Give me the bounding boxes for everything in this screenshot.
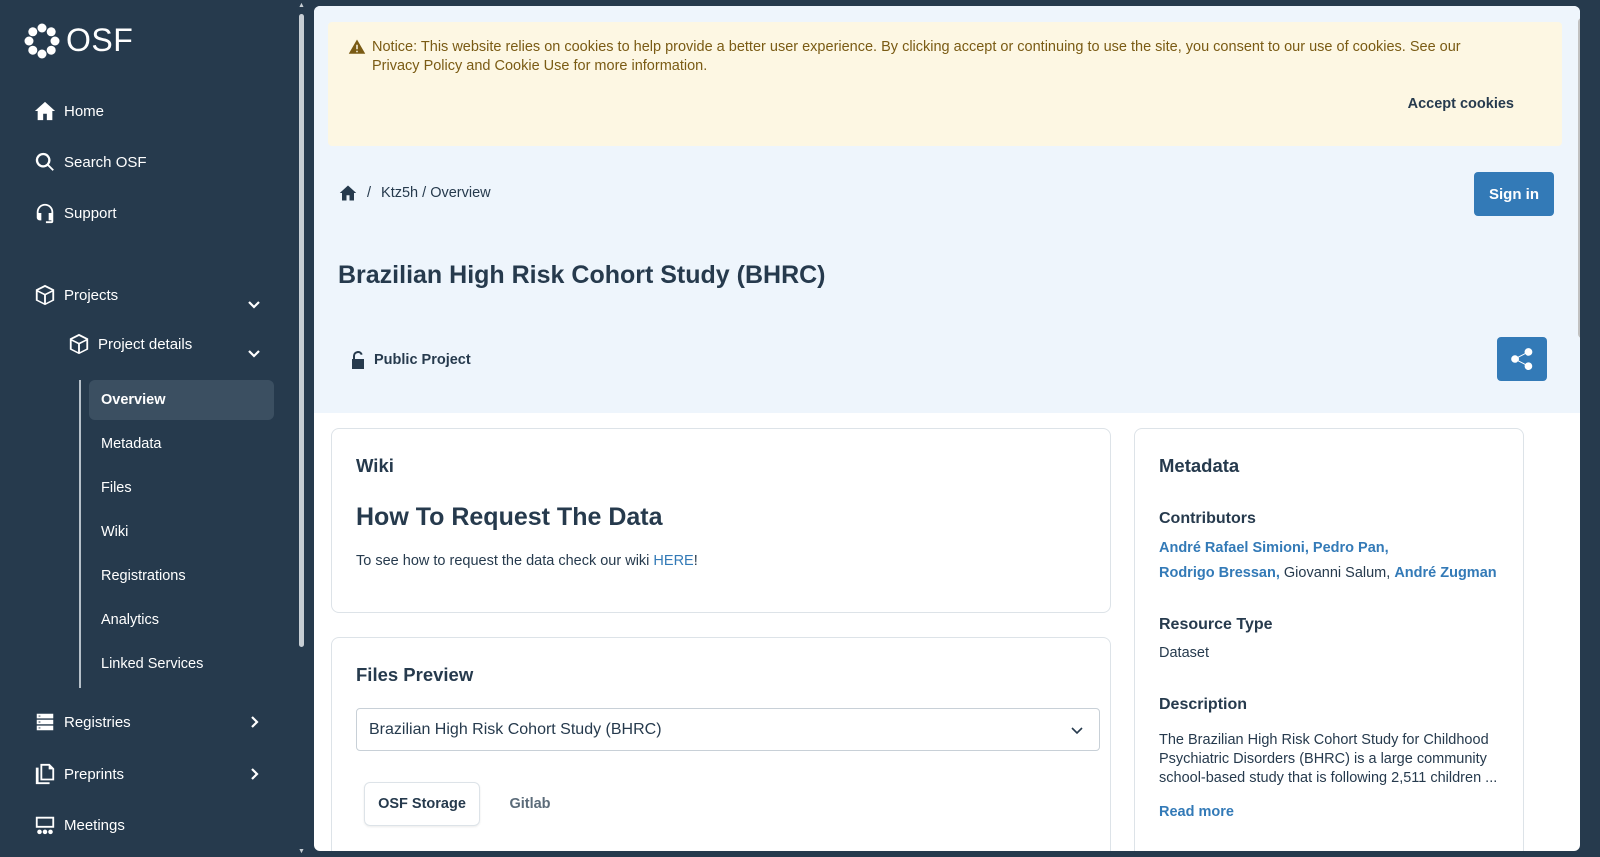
description-text: The Brazilian High Risk Cohort Study for… [1159, 732, 1498, 786]
home-icon[interactable] [339, 184, 357, 202]
sidebar-scroll-up-icon[interactable]: ▲ [298, 2, 305, 9]
wiki-heading: Wiki [356, 455, 394, 476]
home-icon [34, 101, 56, 121]
nav-meetings-label: Meetings [64, 816, 125, 834]
main-scrollbar[interactable] [1578, 18, 1580, 338]
contributor-link[interactable]: André Rafael Simioni, [1159, 540, 1309, 556]
wiki-here-link[interactable]: HERE [653, 553, 693, 569]
sidebar: OSF Home Search OSF Support Projects Pro… [0, 0, 305, 857]
wiki-card: Wiki How To Request The Data To see how … [331, 428, 1111, 613]
cookie-banner: Notice: This website relies on cookies t… [328, 22, 1562, 146]
nav-meetings[interactable]: Meetings [34, 812, 125, 838]
main-content: Notice: This website relies on cookies t… [314, 6, 1580, 851]
wiki-text: To see how to request the data check our… [356, 553, 698, 569]
contributors-list: André Rafael Simioni, Pedro Pan, Rodrigo… [1159, 536, 1509, 586]
chevron-down-icon[interactable] [246, 296, 262, 312]
cookie-notice-text: Notice: This website relies on cookies t… [372, 39, 1461, 74]
contributor-name: Giovanni Salum, [1283, 565, 1391, 581]
share-icon [1511, 348, 1533, 370]
sidebar-scroll-down-icon[interactable]: ▼ [298, 848, 305, 855]
tab-gitlab[interactable]: Gitlab [492, 782, 568, 826]
resource-type-value: Dataset [1159, 645, 1209, 661]
contributors-label: Contributors [1159, 510, 1256, 527]
wiki-text-before: To see how to request the data check our… [356, 553, 654, 569]
contributor-link[interactable]: Rodrigo Bressan, [1159, 565, 1280, 581]
resource-type-label: Resource Type [1159, 616, 1273, 633]
cube-icon [69, 333, 89, 355]
nav-search-label: Search OSF [64, 153, 147, 171]
read-more-link[interactable]: Read more [1159, 804, 1234, 820]
nav-registries-label: Registries [64, 713, 131, 731]
nav-home-label: Home [64, 102, 105, 120]
sign-in-button[interactable]: Sign in [1474, 172, 1554, 216]
chevron-right-icon[interactable] [246, 714, 262, 730]
nav-projects-label: Projects [64, 286, 119, 304]
wiki-text-after: ! [693, 553, 698, 569]
osf-logo[interactable]: OSF [24, 22, 133, 59]
chevron-right-icon[interactable] [246, 766, 262, 782]
sidebar-item-wiki[interactable]: Wiki [89, 512, 274, 552]
visibility-badge: Public Project [350, 351, 471, 369]
logo-text: OSF [66, 22, 134, 58]
metadata-heading: Metadata [1159, 455, 1240, 476]
sidebar-item-analytics[interactable]: Analytics [89, 600, 274, 640]
chevron-down-icon[interactable] [246, 345, 262, 361]
sidebar-item-files[interactable]: Files [89, 468, 274, 508]
meetings-icon [35, 816, 55, 835]
sidebar-item-linked-services[interactable]: Linked Services [89, 644, 274, 684]
nav-support[interactable]: Support [34, 200, 117, 226]
share-button[interactable] [1497, 337, 1547, 381]
nav-projects[interactable]: Projects [34, 282, 118, 308]
breadcrumb: / Ktz5h / Overview [339, 184, 491, 202]
sidebar-scrollbar[interactable] [299, 14, 304, 647]
nav-registries[interactable]: Registries [34, 709, 131, 735]
metadata-card: Metadata Contributors André Rafael Simio… [1134, 428, 1524, 851]
chevron-down-icon [1069, 722, 1085, 738]
nav-home[interactable]: Home [34, 98, 104, 124]
visibility-label: Public Project [374, 352, 471, 368]
accept-cookies-button[interactable]: Accept cookies [1408, 96, 1514, 112]
project-header: Notice: This website relies on cookies t… [314, 6, 1580, 413]
unlock-icon [352, 351, 364, 369]
project-select[interactable]: Brazilian High Risk Cohort Study (BHRC) [356, 708, 1100, 751]
tab-osf-storage[interactable]: OSF Storage [364, 782, 480, 826]
sidebar-item-registrations[interactable]: Registrations [89, 556, 274, 596]
search-icon [35, 152, 54, 171]
osf-logo-icon [24, 23, 60, 58]
description-label: Description [1159, 696, 1248, 713]
breadcrumb-path: Ktz5h / Overview [381, 185, 491, 201]
nav-preprints[interactable]: Preprints [34, 761, 124, 787]
cube-icon [35, 284, 55, 306]
nav-preprints-label: Preprints [64, 765, 125, 783]
warning-icon [348, 39, 366, 54]
sidebar-item-overview[interactable]: Overview [89, 380, 274, 420]
nav-project-details[interactable]: Project details [68, 331, 192, 357]
contributor-link[interactable]: André Zugman [1394, 565, 1496, 581]
project-select-value: Brazilian High Risk Cohort Study (BHRC) [369, 720, 662, 738]
wiki-title: How To Request The Data [356, 503, 663, 531]
nav-project-details-label: Project details [98, 335, 193, 353]
contributor-link[interactable]: Pedro Pan, [1313, 540, 1389, 556]
headset-icon [36, 203, 54, 224]
registries-icon [36, 713, 54, 731]
breadcrumb-separator: / [367, 185, 372, 201]
sidebar-item-metadata[interactable]: Metadata [89, 424, 274, 464]
preprints-icon [35, 763, 55, 785]
nav-search[interactable]: Search OSF [34, 149, 147, 175]
files-preview-card: Files Preview Brazilian High Risk Cohort… [331, 637, 1111, 851]
page-title: Brazilian High Risk Cohort Study (BHRC) [338, 261, 826, 289]
files-preview-heading: Files Preview [356, 664, 474, 685]
submenu-rail [79, 380, 81, 688]
nav-support-label: Support [64, 204, 117, 222]
